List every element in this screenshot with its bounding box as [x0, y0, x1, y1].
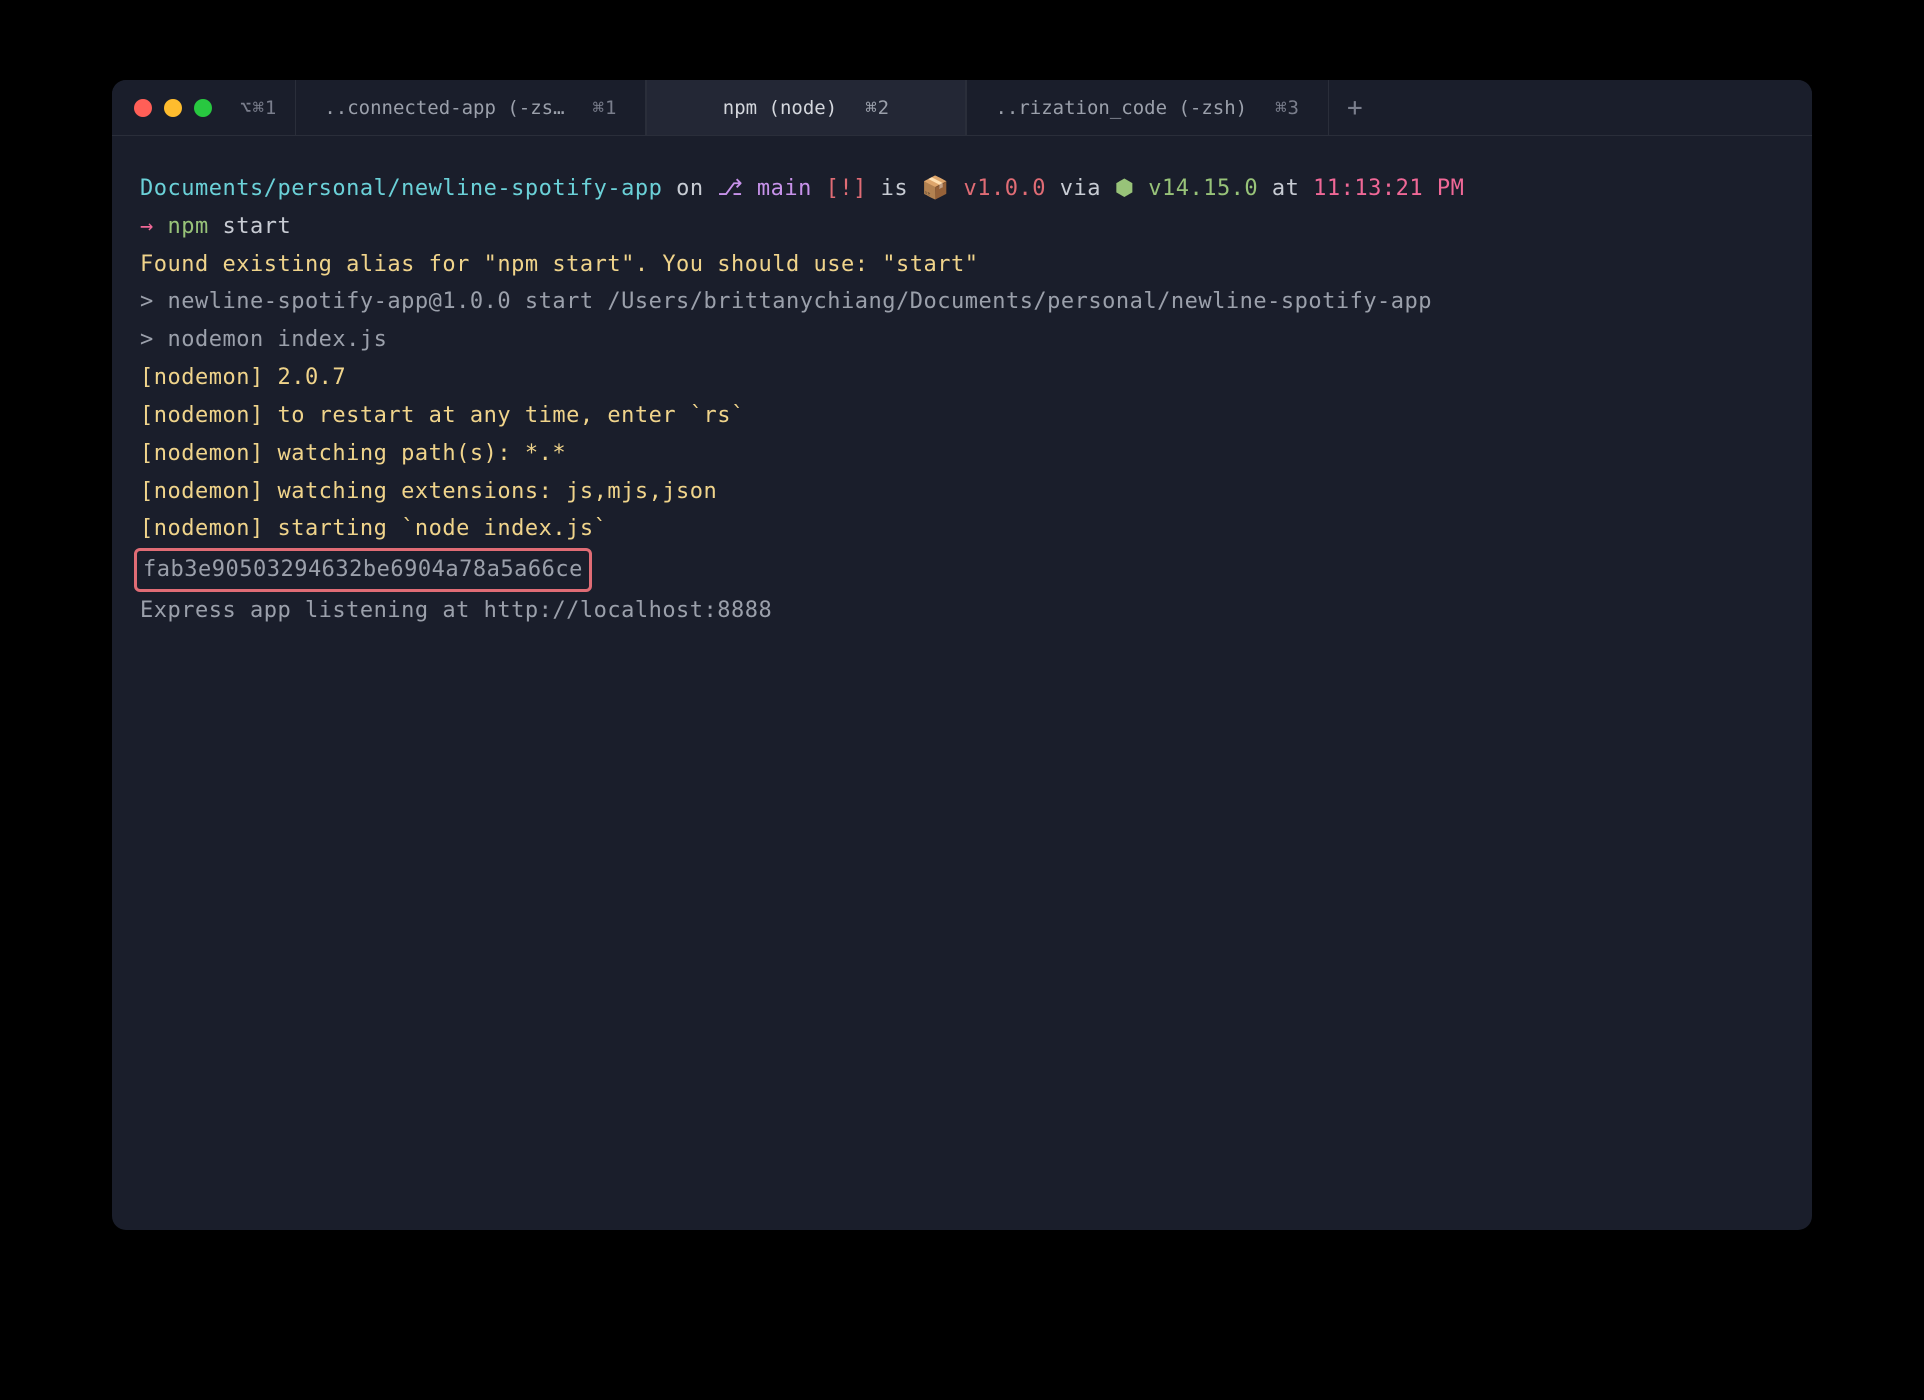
node-icon: ⬢: [1115, 176, 1135, 201]
nodemon-line: [nodemon] to restart at any time, enter …: [140, 397, 1784, 435]
titlebar: ⌥⌘1 ..connected-app (-zs… ⌘1 npm (node) …: [112, 80, 1812, 136]
traffic-lights: [112, 99, 230, 117]
nodemon-line: [nodemon] 2.0.7: [140, 359, 1784, 397]
terminal-body[interactable]: Documents/personal/newline-spotify-app o…: [112, 136, 1812, 1230]
highlighted-hash: fab3e90503294632be6904a78a5a66ce: [134, 548, 592, 592]
new-tab-button[interactable]: +: [1329, 80, 1381, 135]
close-icon[interactable]: [134, 99, 152, 117]
prompt-line: Documents/personal/newline-spotify-app o…: [140, 170, 1784, 208]
npm-run-line-1: > newline-spotify-app@1.0.0 start /Users…: [140, 283, 1784, 321]
alias-warning-line: Found existing alias for "npm start". Yo…: [140, 246, 1784, 284]
package-icon: 📦: [922, 176, 950, 201]
tab-npm-node[interactable]: npm (node) ⌘2: [646, 80, 966, 135]
prompt-on: on: [662, 176, 717, 201]
minimize-icon[interactable]: [164, 99, 182, 117]
nodemon-line: [nodemon] watching path(s): *.*: [140, 435, 1784, 473]
git-branch-icon: ⎇: [717, 176, 743, 201]
package-version: v1.0.0: [950, 176, 1046, 201]
hash-output-line: fab3e90503294632be6904a78a5a66ce: [140, 548, 1784, 592]
prompt-path: Documents/personal/newline-spotify-app: [140, 176, 662, 201]
git-status: [!]: [826, 176, 867, 201]
tab-group: ..connected-app (-zs… ⌘1 npm (node) ⌘2 .…: [295, 80, 1812, 135]
node-version: v14.15.0: [1134, 176, 1258, 201]
tab-shortcut: ⌘3: [1275, 97, 1300, 119]
tab-rization-code[interactable]: ..rization_code (-zsh) ⌘3: [966, 80, 1329, 135]
tab-title: ..rization_code (-zsh): [995, 97, 1247, 119]
prompt-is: is: [867, 176, 922, 201]
command-args: start: [209, 214, 291, 239]
tab-title: ..connected-app (-zs…: [324, 97, 564, 119]
maximize-icon[interactable]: [194, 99, 212, 117]
nodemon-line: [nodemon] starting `node index.js`: [140, 510, 1784, 548]
tab-shortcut: ⌘1: [593, 97, 618, 119]
nodemon-line: [nodemon] watching extensions: js,mjs,js…: [140, 473, 1784, 511]
window-shortcut: ⌥⌘1: [230, 97, 295, 119]
command-line: → npm start: [140, 208, 1784, 246]
command-bin: npm: [168, 214, 209, 239]
tab-title: npm (node): [723, 97, 837, 119]
prompt-at: at: [1258, 176, 1313, 201]
tab-connected-app[interactable]: ..connected-app (-zs… ⌘1: [295, 80, 646, 135]
tab-shortcut: ⌘2: [865, 97, 890, 119]
prompt-time: 11:13:21 PM: [1313, 176, 1464, 201]
prompt-arrow-icon: →: [140, 214, 168, 239]
prompt-via: via: [1046, 176, 1115, 201]
git-branch: main: [743, 176, 825, 201]
express-listening-line: Express app listening at http://localhos…: [140, 592, 1784, 630]
terminal-window: ⌥⌘1 ..connected-app (-zs… ⌘1 npm (node) …: [112, 80, 1812, 1230]
npm-run-line-2: > nodemon index.js: [140, 321, 1784, 359]
